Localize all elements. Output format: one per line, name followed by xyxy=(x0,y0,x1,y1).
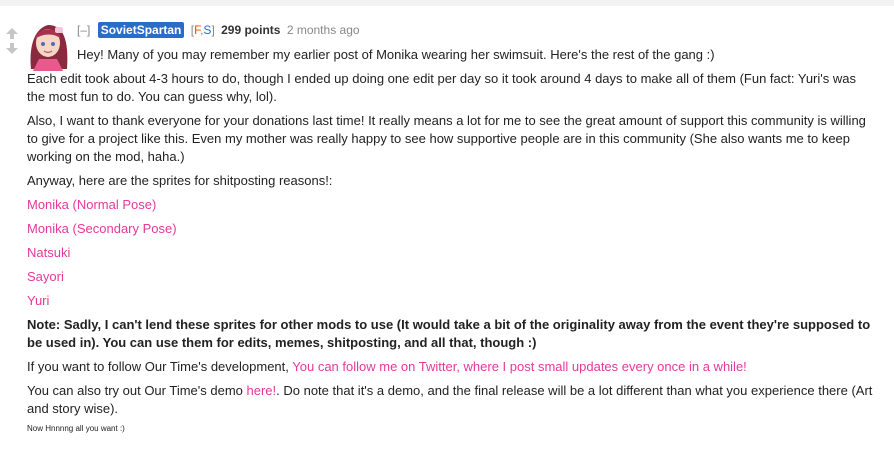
follow-prefix: If you want to follow Our Time's develop… xyxy=(27,359,293,374)
paragraph-follow: If you want to follow Our Time's develop… xyxy=(27,358,877,376)
comment-points: 299 points xyxy=(221,23,281,37)
paragraph-sprites-intro: Anyway, here are the sprites for shitpos… xyxy=(27,173,333,188)
link-yuri[interactable]: Yuri xyxy=(27,293,49,308)
user-flair: [F,S] xyxy=(191,23,215,37)
twitter-link[interactable]: You can follow me on Twitter, where I po… xyxy=(292,359,747,374)
link-monika-secondary[interactable]: Monika (Secondary Pose) xyxy=(27,221,177,236)
upvote-button[interactable] xyxy=(4,28,20,39)
downvote-button[interactable] xyxy=(4,43,20,54)
small-text: Now Hnnnng all you want :) xyxy=(27,424,125,433)
comment-body: Hey! Many of you may remember my earlier… xyxy=(27,46,877,440)
link-sayori[interactable]: Sayori xyxy=(27,269,64,284)
comment-timestamp[interactable]: 2 months ago xyxy=(287,23,360,37)
paragraph-demo: You can also try out Our Time's demo her… xyxy=(27,382,877,418)
paragraph-note: Note: Sadly, I can't lend these sprites … xyxy=(27,317,871,350)
paragraph-edit-time: Each edit took about 4-3 hours to do, th… xyxy=(27,71,856,104)
vote-arrows xyxy=(4,28,20,54)
comment: [–] SovietSpartan [F,S] 299 points 2 mon… xyxy=(0,0,894,462)
comment-tagline: [–] SovietSpartan [F,S] 299 points 2 mon… xyxy=(77,21,360,39)
upvote-arrow-stem xyxy=(10,34,14,39)
collapse-toggle[interactable]: [–] xyxy=(77,23,90,37)
link-natsuki[interactable]: Natsuki xyxy=(27,245,70,260)
paragraph-intro: Hey! Many of you may remember my earlier… xyxy=(77,47,715,62)
demo-link[interactable]: here! xyxy=(247,383,277,398)
link-monika-normal[interactable]: Monika (Normal Pose) xyxy=(27,197,156,212)
flair-close: ] xyxy=(211,23,215,37)
demo-prefix: You can also try out Our Time's demo xyxy=(27,383,247,398)
paragraph-thanks: Also, I want to thank everyone for your … xyxy=(27,113,866,164)
author-link[interactable]: SovietSpartan xyxy=(97,22,185,38)
downvote-arrow-icon xyxy=(6,48,18,54)
